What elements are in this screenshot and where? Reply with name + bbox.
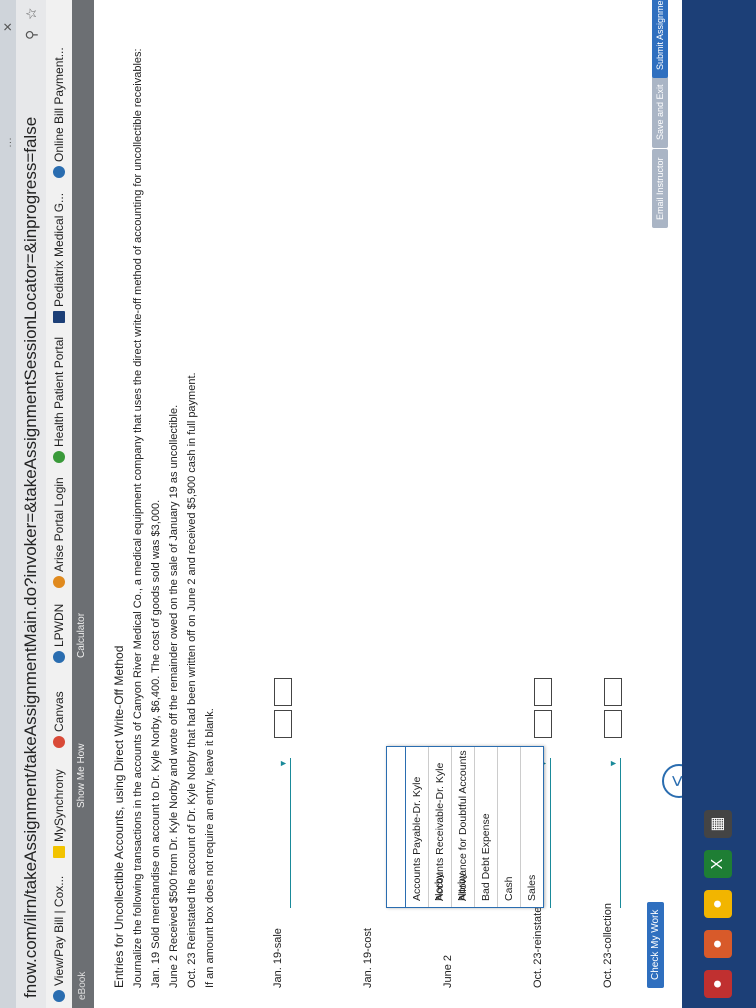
show-me-how-button[interactable]: Show Me How: [76, 744, 87, 808]
account-select-1[interactable]: [272, 758, 291, 908]
lpwdn-icon: [53, 651, 65, 663]
credit-box[interactable]: [534, 678, 552, 706]
dropdown-option[interactable]: Bad Debt Expense: [475, 747, 498, 907]
chevron-down-icon[interactable]: ▼: [608, 759, 618, 768]
account-dropdown[interactable]: Accounts Payable-Dr. Kyle Norby Accounts…: [386, 746, 544, 908]
problem-text: Entries for Uncollectible Accounts, usin…: [112, 28, 222, 988]
assignment-toolbar: eBook Show Me How Calculator: [72, 0, 94, 1008]
bookmark-arise[interactable]: Arise Portal Login: [52, 477, 66, 588]
bookmark-canvas[interactable]: Canvas: [52, 691, 66, 748]
entry-label-jan19-sale: Jan. 19-sale: [272, 928, 284, 988]
bookmarks-bar: View/Pay Bill | Cox... MySynchrony Canva…: [46, 0, 73, 1008]
calculator-icon[interactable]: ▦: [704, 810, 732, 838]
debit-box[interactable]: [274, 710, 292, 738]
account-select-3[interactable]: [602, 758, 621, 908]
entry-label-june2: June 2: [442, 954, 454, 988]
calculator-button[interactable]: Calculator: [76, 613, 87, 658]
close-tab-icon[interactable]: ✕: [1, 22, 15, 32]
tab-fragment[interactable]: …: [2, 137, 14, 148]
search-icon[interactable]: ⚲: [23, 30, 40, 40]
dropdown-option[interactable]: Sales: [521, 747, 543, 907]
bookmark-online-bill[interactable]: Online Bill Payment...: [52, 47, 66, 178]
problem-note: If an amount box does not require an ent…: [204, 708, 216, 988]
dropdown-header[interactable]: [387, 747, 406, 907]
bookmark-mysynchrony[interactable]: MySynchrony: [52, 769, 66, 858]
transaction-june2: June 2 Received $500 from Dr. Kyle Norby…: [168, 404, 180, 988]
pediatrix-icon: [53, 311, 65, 323]
ebook-link[interactable]: eBook: [77, 972, 88, 1000]
bookmark-pediatrix[interactable]: Pediatrix Medical G...: [52, 193, 66, 323]
health-portal-icon: [53, 451, 65, 463]
bookmark-cox[interactable]: View/Pay Bill | Cox...: [52, 876, 66, 1002]
credit-box[interactable]: [604, 678, 622, 706]
chevron-down-icon[interactable]: ▼: [278, 759, 288, 768]
excel-icon[interactable]: X: [704, 850, 732, 878]
app-icon[interactable]: ●: [704, 930, 732, 958]
dropdown-option[interactable]: Allowance for Doubtful Accounts: [452, 747, 475, 907]
transaction-jan19: Jan. 19 Sold merchandise on account to D…: [150, 499, 162, 988]
chrome-icon[interactable]: ●: [704, 890, 732, 918]
check-my-work-button[interactable]: Check My Work: [647, 901, 664, 988]
os-taskbar: ● ● ● X ▦: [682, 0, 756, 1008]
url-text[interactable]: fnow.com/ilrn/takeAssignment/takeAssignm…: [21, 117, 41, 998]
screen: … ✕ fnow.com/ilrn/takeAssignment/takeAss…: [0, 0, 756, 1008]
tab-strip: … ✕: [0, 0, 16, 1008]
online-bill-icon: [53, 166, 65, 178]
bookmark-lpwdn[interactable]: LPWDN: [52, 604, 66, 663]
submit-assignment-button[interactable]: Submit Assignment for: [652, 0, 668, 78]
dropdown-option[interactable]: Accounts Receivable-Dr. Kyle Norby: [429, 747, 468, 907]
cox-icon: [53, 990, 65, 1002]
app-icon[interactable]: ●: [704, 970, 732, 998]
dropdown-option[interactable]: Cash: [498, 747, 521, 907]
synchrony-icon: [53, 846, 65, 858]
save-exit-button[interactable]: Save and Exit: [652, 76, 668, 148]
transaction-oct23: Oct. 23 Reinstated the account of Dr. Ky…: [186, 372, 198, 988]
debit-box[interactable]: [534, 710, 552, 738]
canvas-icon: [53, 736, 65, 748]
debit-box[interactable]: [604, 710, 622, 738]
dropdown-option[interactable]: Accounts Payable-Dr. Kyle Norby: [406, 747, 445, 907]
bookmark-health-portal[interactable]: Health Patient Portal: [52, 337, 66, 463]
arise-icon: [53, 576, 65, 588]
star-icon[interactable]: ☆: [23, 7, 40, 20]
assignment-content: eBook Show Me How Calculator Entries for…: [72, 0, 696, 1008]
credit-box[interactable]: [274, 678, 292, 706]
entry-label-jan19-cost: Jan. 19-cost: [362, 928, 374, 988]
problem-title: Entries for Uncollectible Accounts, usin…: [112, 645, 126, 988]
address-bar[interactable]: fnow.com/ilrn/takeAssignment/takeAssignm…: [16, 0, 46, 1008]
entry-label-oct23-collection: Oct. 23-collection: [602, 903, 614, 988]
email-instructor-button[interactable]: Email Instructor: [652, 149, 668, 228]
entry-label-oct23-reinstate: Oct. 23-reinstate: [532, 906, 544, 988]
problem-intro: Journalize the following transactions in…: [132, 48, 144, 988]
